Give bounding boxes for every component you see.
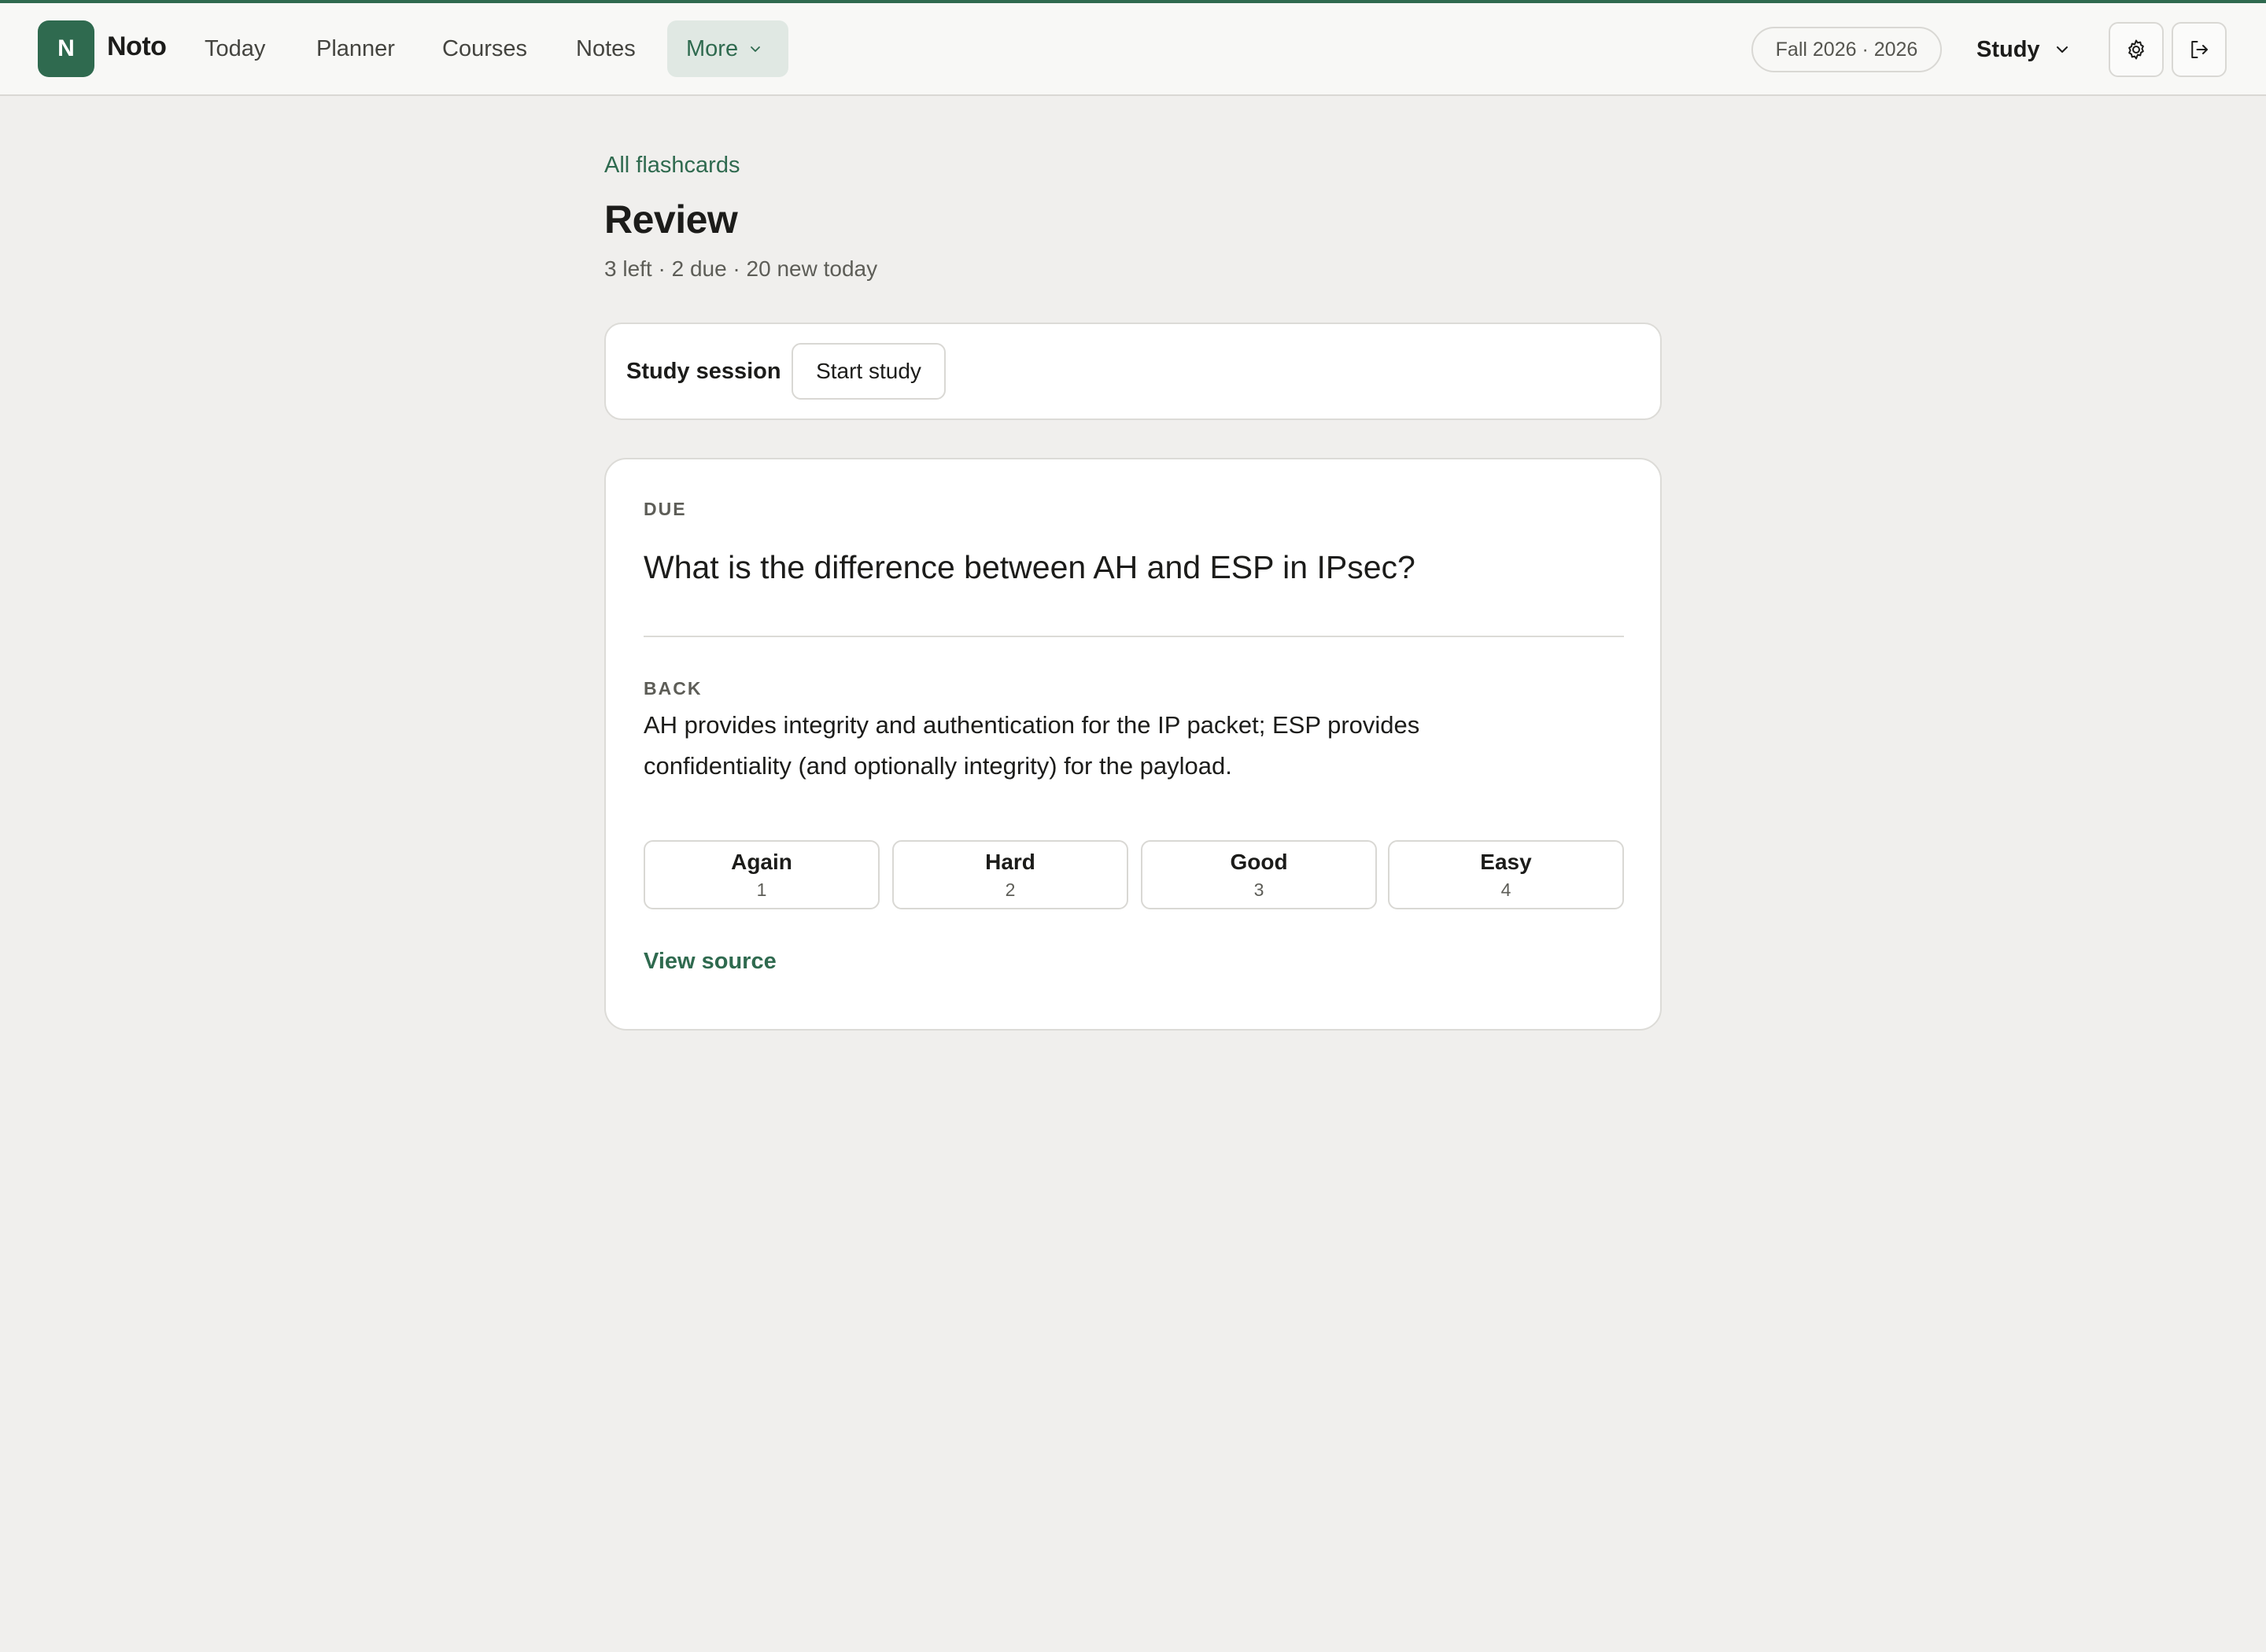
gear-icon [2128,39,2144,60]
nav-item-label: Planner [316,35,395,61]
nav-item-more[interactable]: More [667,20,788,77]
nav-item-notes[interactable]: Notes [557,20,655,77]
chevron-down-icon [751,46,760,52]
nav-item-label: More [686,35,739,61]
top-navigation-bar: N Noto Today Planner Courses Notes More … [0,0,2266,96]
grade-label: Easy [1480,849,1532,874]
nav-item-label: Today [205,35,266,61]
nav-item-label: Courses [442,35,527,61]
nav-item-label: Notes [576,35,636,61]
view-source-link[interactable]: View source [644,949,777,975]
card-back-label: BACK [644,678,703,699]
grade-label: Again [731,849,792,874]
page-title: Review [604,197,738,242]
card-status-label: DUE [644,499,687,519]
study-session-label: Study session [626,359,781,384]
nav-item-planner[interactable]: Planner [297,20,414,77]
card-divider [644,636,1624,637]
nav-item-today[interactable]: Today [186,20,284,77]
mode-selector[interactable]: Study [1976,27,2070,72]
grade-shortcut-key: 4 [1500,879,1511,900]
grade-hard-button[interactable]: Hard 2 [892,840,1128,909]
card-question: What is the difference between AH and ES… [644,549,1415,585]
grade-good-button[interactable]: Good 3 [1141,840,1377,909]
logout-button[interactable] [2172,22,2227,77]
grade-shortcut-key: 2 [1005,879,1016,900]
chevron-down-icon [2056,46,2068,53]
grade-easy-button[interactable]: Easy 4 [1388,840,1624,909]
app-logo[interactable]: N [38,20,94,77]
grade-label: Good [1230,849,1288,874]
study-session-panel: Study session Start study [604,323,1662,420]
mode-selector-label: Study [1976,36,2040,62]
settings-button[interactable] [2109,22,2164,77]
grade-shortcut-key: 1 [756,879,767,900]
grade-again-button[interactable]: Again 1 [644,840,880,909]
app-brand-name[interactable]: Noto [107,31,167,62]
grade-shortcut-key: 3 [1253,879,1264,900]
review-stats: 3 left · 2 due · 20 new today [604,256,878,281]
flashcard: DUE What is the difference between AH an… [604,458,1662,1031]
start-study-button[interactable]: Start study [792,343,946,400]
term-selector[interactable]: Fall 2026 · 2026 [1751,27,1942,72]
card-answer: AH provides integrity and authentication… [644,711,1420,780]
grade-label: Hard [985,849,1035,874]
logout-icon [2191,41,2208,58]
nav-item-courses[interactable]: Courses [423,20,546,77]
all-flashcards-link[interactable]: All flashcards [604,153,740,179]
